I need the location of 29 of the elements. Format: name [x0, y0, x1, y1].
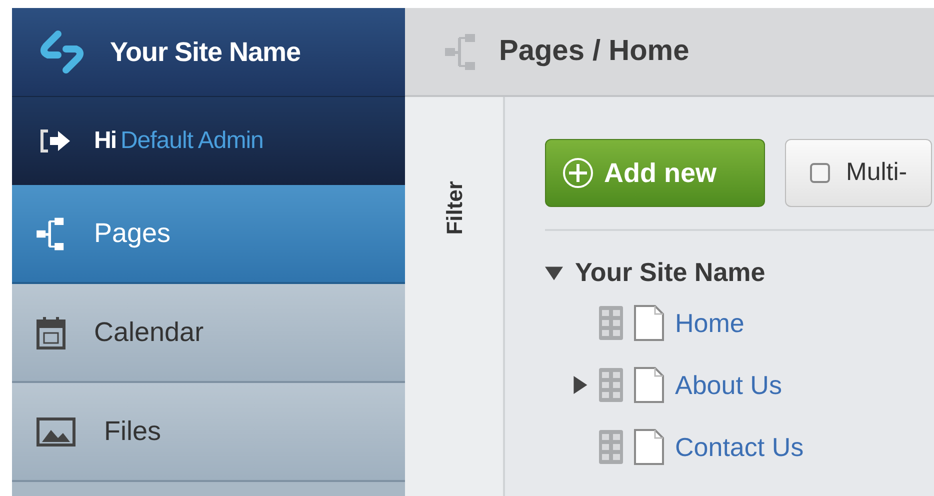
image-icon [36, 416, 76, 448]
user-link[interactable]: Default Admin [120, 127, 264, 154]
filter-tab[interactable]: Filter [438, 181, 470, 235]
page-link[interactable]: Contact Us [675, 428, 804, 466]
sidebar-item[interactable]: Calendar [12, 284, 405, 383]
page-link[interactable]: Home [675, 304, 744, 342]
document-icon [633, 428, 665, 466]
page-link[interactable]: About Us [675, 366, 782, 404]
drag-handle-icon[interactable] [599, 430, 623, 464]
greeting: Hi Default Admin [94, 126, 264, 156]
sidebar-item[interactable]: Pages [12, 185, 405, 284]
drag-handle-icon[interactable] [599, 306, 623, 340]
multi-select-button[interactable]: Multi- [785, 139, 932, 207]
sitemap-icon [445, 32, 477, 72]
site-name: Your Site Name [110, 36, 301, 69]
sitemap-icon [36, 216, 66, 252]
document-icon [633, 304, 665, 342]
add-new-button[interactable]: Add new [545, 139, 765, 207]
calendar-icon [36, 316, 66, 350]
plus-circle-icon [562, 157, 594, 189]
tree-root-label: Your Site Name [575, 256, 766, 289]
document-icon [633, 366, 665, 404]
breadcrumb: Pages / Home [499, 34, 690, 69]
collapsed-triangle-icon[interactable] [571, 375, 589, 395]
checkbox[interactable] [810, 163, 830, 183]
drag-handle-icon[interactable] [599, 368, 623, 402]
breadcrumb-link[interactable]: Pages [499, 34, 584, 67]
sidebar-item[interactable]: Files [12, 383, 405, 482]
sign-out-icon [38, 128, 72, 154]
